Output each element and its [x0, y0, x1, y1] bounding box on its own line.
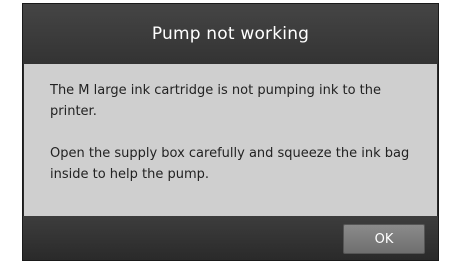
message-instruction: Open the supply box carefully and squeez… — [50, 146, 410, 182]
dialog-titlebar: Pump not working — [23, 4, 438, 64]
dialog-title: Pump not working — [151, 24, 310, 44]
ok-button-label: OK — [374, 231, 394, 247]
ok-button[interactable]: OK — [343, 224, 425, 254]
message-problem: The M large ink cartridge is not pumping… — [50, 83, 382, 119]
alert-dialog: Pump not working The M large ink cartrid… — [22, 3, 439, 261]
dialog-body: The M large ink cartridge is not pumping… — [24, 64, 437, 216]
dialog-footer: OK — [23, 216, 438, 260]
